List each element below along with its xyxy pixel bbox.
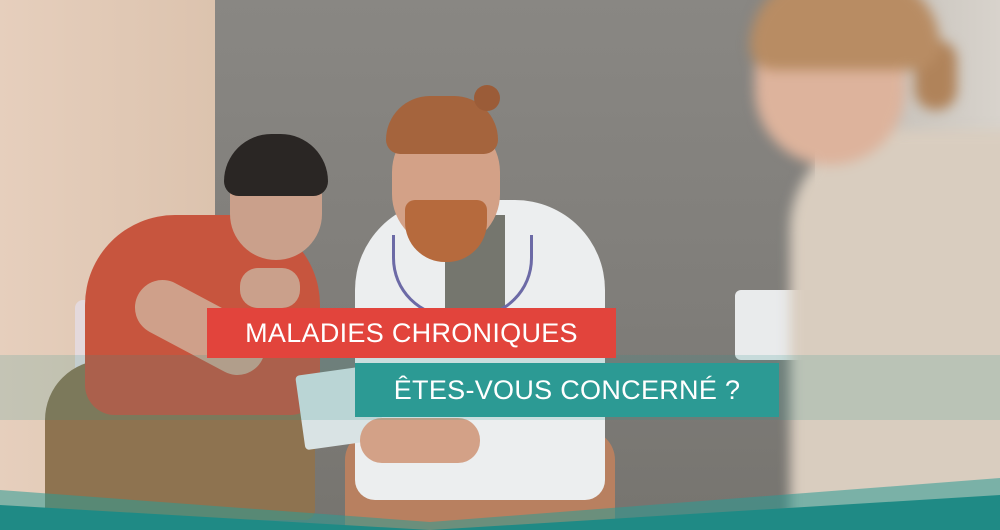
bottom-wave-decoration	[0, 478, 1000, 530]
subtitle-etes-vous-concerne: ÊTES-VOUS CONCERNÉ ?	[355, 363, 779, 417]
hero-banner: MALADIES CHRONIQUES ÊTES-VOUS CONCERNÉ ?	[0, 0, 1000, 530]
title-maladies-chroniques: MALADIES CHRONIQUES	[207, 308, 616, 358]
